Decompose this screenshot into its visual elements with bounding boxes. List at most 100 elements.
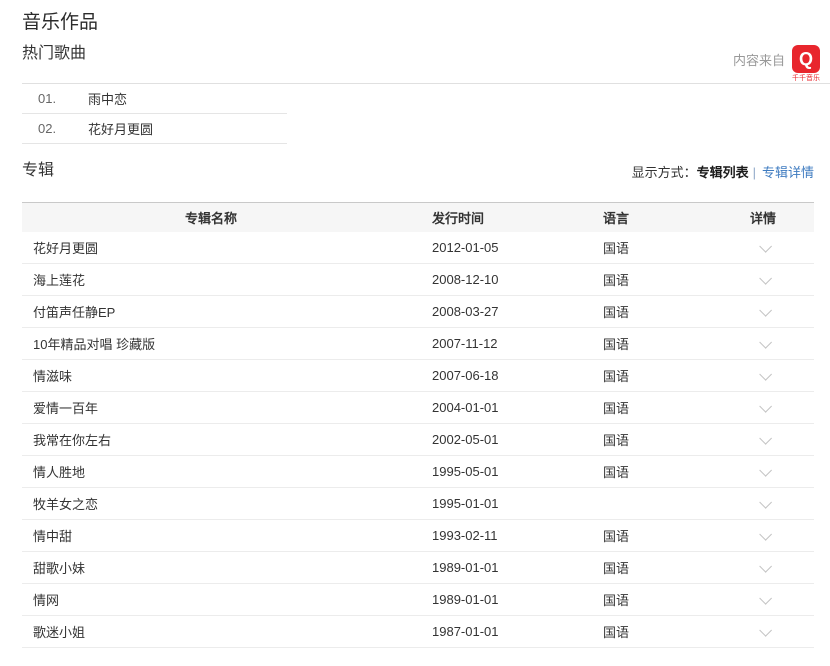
header-album-name: 专辑名称 xyxy=(22,208,400,227)
detail-cell xyxy=(712,429,814,451)
album-name-cell: 情网 xyxy=(22,590,400,609)
table-row: 花好月更圆 2012-01-05 国语 xyxy=(22,232,814,264)
expand-details-button[interactable] xyxy=(753,399,773,419)
album-name-cell: 海上莲花 xyxy=(22,270,400,289)
language-cell: 国语 xyxy=(520,334,712,353)
chevron-down-icon xyxy=(759,432,772,445)
release-date-cell: 2007-11-12 xyxy=(400,336,520,351)
album-name-cell: 我常在你左右 xyxy=(22,430,400,449)
language-cell: 国语 xyxy=(520,430,712,449)
detail-cell xyxy=(712,525,814,547)
album-name-cell: 付笛声任静EP xyxy=(22,302,400,321)
music-works-page: 音乐作品 热门歌曲 内容来自 Q 千千音乐 01. 雨中恋 02. 花好月更圆 … xyxy=(0,12,830,666)
chevron-down-icon xyxy=(759,528,772,541)
language-cell: 国语 xyxy=(520,622,712,641)
release-date-cell: 1993-02-11 xyxy=(400,528,520,543)
chevron-down-icon xyxy=(759,496,772,509)
song-name[interactable]: 花好月更圆 xyxy=(88,119,153,138)
expand-details-button[interactable] xyxy=(753,367,773,387)
table-body: 花好月更圆 2012-01-05 国语 海上莲花 2008-12-10 国语 付… xyxy=(22,232,814,648)
albums-header: 专辑 显示方式：专辑列表|专辑详情 xyxy=(22,160,814,182)
language-cell: 国语 xyxy=(520,590,712,609)
detail-cell xyxy=(712,333,814,355)
table-row: 甜歌小妹 1989-01-01 国语 xyxy=(22,552,814,584)
detail-cell xyxy=(712,269,814,291)
album-name-cell: 情中甜 xyxy=(22,526,400,545)
chevron-down-icon xyxy=(759,304,772,317)
release-date-cell: 2004-01-01 xyxy=(400,400,520,415)
album-name-cell: 情滋味 xyxy=(22,366,400,385)
detail-cell xyxy=(712,397,814,419)
release-date-cell: 1989-01-01 xyxy=(400,560,520,575)
release-date-cell: 1995-05-01 xyxy=(400,464,520,479)
expand-details-button[interactable] xyxy=(753,591,773,611)
language-cell: 国语 xyxy=(520,302,712,321)
expand-details-button[interactable] xyxy=(753,623,773,643)
song-list-item: 02. 花好月更圆 xyxy=(22,114,287,144)
table-row: 爱情一百年 2004-01-01 国语 xyxy=(22,392,814,424)
album-name-cell: 歌迷小姐 xyxy=(22,622,400,641)
chevron-down-icon xyxy=(759,272,772,285)
release-date-cell: 2002-05-01 xyxy=(400,432,520,447)
mode-album-detail[interactable]: 专辑详情 xyxy=(762,165,814,180)
hot-songs-header: 热门歌曲 内容来自 Q 千千音乐 xyxy=(22,44,830,84)
detail-cell xyxy=(712,589,814,611)
song-index: 01. xyxy=(22,91,88,106)
album-name-cell: 花好月更圆 xyxy=(22,238,400,257)
albums-table: 专辑名称 发行时间 语言 详情 花好月更圆 2012-01-05 国语 海上莲花… xyxy=(22,202,814,648)
detail-cell xyxy=(712,461,814,483)
chevron-down-icon xyxy=(759,560,772,573)
language-cell: 国语 xyxy=(520,238,712,257)
chevron-down-icon xyxy=(759,624,772,637)
table-row: 歌迷小姐 1987-01-01 国语 xyxy=(22,616,814,648)
language-cell: 国语 xyxy=(520,398,712,417)
expand-details-button[interactable] xyxy=(753,559,773,579)
chevron-down-icon xyxy=(759,368,772,381)
release-date-cell: 2008-03-27 xyxy=(400,304,520,319)
display-mode-switch: 显示方式：专辑列表|专辑详情 xyxy=(632,164,814,182)
header-detail: 详情 xyxy=(712,208,814,227)
release-date-cell: 1987-01-01 xyxy=(400,624,520,639)
detail-cell xyxy=(712,365,814,387)
table-row: 我常在你左右 2002-05-01 国语 xyxy=(22,424,814,456)
brand-q-icon: Q xyxy=(792,45,820,73)
qianqian-music-logo[interactable]: Q 千千音乐 xyxy=(792,45,820,83)
expand-details-button[interactable] xyxy=(753,527,773,547)
display-mode-label: 显示方式： xyxy=(632,165,697,180)
album-name-cell: 10年精品对唱 珍藏版 xyxy=(22,334,400,353)
release-date-cell: 1989-01-01 xyxy=(400,592,520,607)
expand-details-button[interactable] xyxy=(753,495,773,515)
albums-title: 专辑 xyxy=(22,160,54,182)
language-cell: 国语 xyxy=(520,270,712,289)
table-header-row: 专辑名称 发行时间 语言 详情 xyxy=(22,202,814,232)
table-row: 海上莲花 2008-12-10 国语 xyxy=(22,264,814,296)
chevron-down-icon xyxy=(759,464,772,477)
chevron-down-icon xyxy=(759,240,772,253)
expand-details-button[interactable] xyxy=(753,303,773,323)
mode-album-list[interactable]: 专辑列表 xyxy=(697,165,749,180)
release-date-cell: 2012-01-05 xyxy=(400,240,520,255)
song-name[interactable]: 雨中恋 xyxy=(88,89,127,108)
detail-cell xyxy=(712,493,814,515)
song-index: 02. xyxy=(22,121,88,136)
source-label: 内容来自 xyxy=(733,52,785,70)
album-name-cell: 情人胜地 xyxy=(22,462,400,481)
expand-details-button[interactable] xyxy=(753,335,773,355)
table-row: 情滋味 2007-06-18 国语 xyxy=(22,360,814,392)
brand-name-text: 千千音乐 xyxy=(792,74,820,83)
table-row: 10年精品对唱 珍藏版 2007-11-12 国语 xyxy=(22,328,814,360)
expand-details-button[interactable] xyxy=(753,239,773,259)
language-cell: 国语 xyxy=(520,366,712,385)
table-row: 情人胜地 1995-05-01 国语 xyxy=(22,456,814,488)
hot-songs-list: 01. 雨中恋 02. 花好月更圆 xyxy=(22,84,287,144)
header-language: 语言 xyxy=(520,208,712,227)
expand-details-button[interactable] xyxy=(753,463,773,483)
chevron-down-icon xyxy=(759,400,772,413)
expand-details-button[interactable] xyxy=(753,431,773,451)
song-list-item: 01. 雨中恋 xyxy=(22,84,287,114)
album-name-cell: 牧羊女之恋 xyxy=(22,494,400,513)
expand-details-button[interactable] xyxy=(753,271,773,291)
page-title: 音乐作品 xyxy=(22,12,830,34)
release-date-cell: 2007-06-18 xyxy=(400,368,520,383)
detail-cell xyxy=(712,237,814,259)
